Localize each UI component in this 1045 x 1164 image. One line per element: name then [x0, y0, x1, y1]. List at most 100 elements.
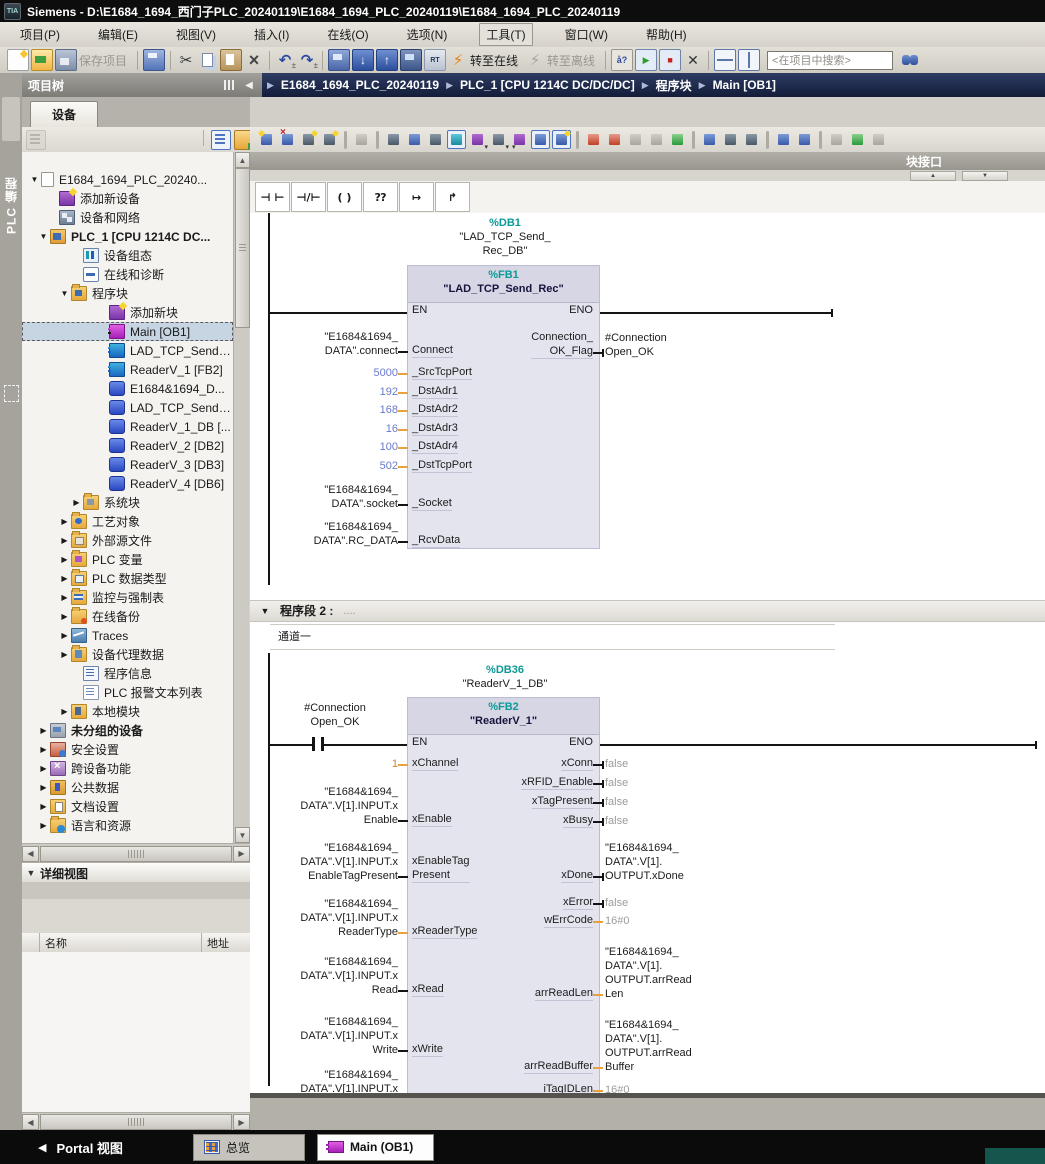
ladder-input-row[interactable]: "E1684&1694_ DATA".socket _Socket [250, 483, 602, 511]
interface-expand-up-icon[interactable]: ▲ [910, 171, 956, 181]
breadcrumb-item[interactable]: PLC_1 [CPU 1214C DC/DC/DC] [460, 78, 635, 92]
breadcrumb-item[interactable]: E1684_1694_PLC_20240119 [281, 78, 439, 92]
update-inconsistent-calls-icon[interactable] [647, 130, 666, 149]
go-offline-icon[interactable] [525, 50, 545, 70]
instance-db-address[interactable]: %DB1 [405, 216, 605, 230]
save-project-label[interactable]: 保存项目 [79, 52, 127, 69]
tree-expander-icon[interactable]: ▶ [70, 498, 83, 507]
coil-button[interactable]: ( ) [327, 182, 362, 212]
output-operand[interactable]: 16#0 [605, 1083, 775, 1093]
block-parameter[interactable]: _DstAdr2 [412, 402, 458, 417]
ladder-input-row[interactable]: 168 _DstAdr2 [250, 402, 602, 417]
delete-icon[interactable] [244, 50, 264, 70]
print-icon[interactable] [143, 49, 165, 71]
tab-devices[interactable]: 设备 [30, 101, 98, 127]
instance-db-name[interactable]: "ReaderV_1_DB" [405, 677, 605, 691]
tree-item[interactable]: LAD_TCP_Send_... [22, 341, 233, 360]
collapse-panel-icon[interactable]: ◀ [242, 79, 256, 91]
tree-expander-icon[interactable]: ▼ [58, 289, 71, 298]
sep[interactable] [344, 131, 347, 149]
search-project-input[interactable] [767, 51, 893, 70]
tree-item[interactable]: ▶ 语言和资源 [22, 816, 233, 835]
input-operand[interactable]: "E1684&1694_ DATA".V[1].INPUT.x ReaderTy… [250, 897, 398, 939]
start-cpu-icon[interactable] [635, 49, 657, 71]
tree-item[interactable]: ReaderV_3 [DB3] [22, 455, 233, 474]
block-interface-bar[interactable]: 块接口 [250, 152, 1045, 170]
chevron-down-icon[interactable]: ▼ [22, 868, 40, 878]
block-parameter[interactable]: xTagPresent [532, 794, 593, 809]
block-parameter[interactable]: Connection_ OK_Flag [531, 330, 593, 359]
sep[interactable] [692, 131, 695, 149]
block-parameter[interactable]: xRFID_Enable [521, 775, 593, 790]
block-parameter[interactable]: _SrcTcpPort [412, 365, 472, 380]
tree-item[interactable]: ▶ Traces [22, 626, 233, 645]
menu-item[interactable]: 插入(I) [248, 24, 295, 45]
tree-item[interactable]: ▶ PLC 变量 [22, 550, 233, 569]
input-operand[interactable]: 168 [250, 403, 398, 417]
menu-item[interactable]: 项目(P) [14, 24, 66, 45]
tree-item[interactable]: 程序信息 [22, 664, 233, 683]
ladder-output-row[interactable]: xError false [407, 895, 807, 910]
block-parameter[interactable]: _DstAdr3 [412, 421, 458, 436]
ladder-output-row[interactable]: xTagPresent false [407, 794, 807, 809]
tree-item[interactable]: ReaderV_1 [FB2] [22, 360, 233, 379]
input-operand[interactable]: 100 [250, 440, 398, 454]
output-operand[interactable]: "E1684&1694_ DATA".V[1]. OUTPUT.xDone [605, 841, 775, 883]
toggle-operand-display-icon[interactable] [531, 130, 550, 149]
tree-item[interactable]: PLC 报警文本列表 [22, 683, 233, 702]
tree-expander-icon[interactable]: ▶ [37, 783, 50, 792]
cut-icon[interactable] [176, 50, 196, 70]
details-name-column[interactable]: 名称 [40, 933, 202, 952]
block-parameter[interactable]: xBusy [563, 813, 593, 828]
accessible-devices-icon[interactable] [611, 49, 633, 71]
tree-expander-icon[interactable]: ▶ [58, 536, 71, 545]
plc-programming-rail-label[interactable]: PLC 编程 [0, 145, 22, 265]
ladder-output-row[interactable]: xBusy false [407, 813, 807, 828]
copy-icon[interactable] [198, 50, 218, 70]
new-object-icon[interactable] [26, 130, 46, 150]
tree-expander-icon[interactable]: ▶ [58, 555, 71, 564]
ladder-output-row[interactable]: arrReadBuffer "E1684&1694_ DATA".V[1]. O… [407, 1018, 807, 1074]
output-operand[interactable]: false [605, 757, 775, 771]
tree-item[interactable]: ▶ 监控与强制表 [22, 588, 233, 607]
tree-item[interactable]: ▶ 系统块 [22, 493, 233, 512]
tree-item[interactable]: 在线和诊断 [22, 265, 233, 284]
menu-item[interactable]: 选项(N) [401, 24, 454, 45]
scroll-up-icon[interactable]: ▲ [235, 152, 250, 168]
normally-closed-contact-button[interactable]: ⊣/⊢ [291, 182, 326, 212]
tree-item[interactable]: ▶ 本地模块 [22, 702, 233, 721]
tree-expander-icon[interactable]: ▶ [37, 764, 50, 773]
menu-item[interactable]: 帮助(H) [640, 24, 693, 45]
find-operand-icon[interactable] [827, 130, 846, 149]
tree-expander-icon[interactable]: ▶ [58, 612, 71, 621]
sep[interactable] [766, 131, 769, 149]
ladder-input-row[interactable]: "E1684&1694_ DATA".RC_DATA _RcvData [250, 520, 602, 548]
split-editor-vertical-icon[interactable] [738, 49, 760, 71]
close-all-networks-icon[interactable] [426, 130, 445, 149]
tree-expander-icon[interactable]: ▼ [28, 175, 41, 184]
open-project-icon[interactable] [31, 49, 53, 71]
rail-tab[interactable] [2, 97, 20, 141]
block-parameter[interactable]: _Socket [412, 496, 452, 511]
tree-expander-icon[interactable]: ▶ [58, 517, 71, 526]
tree-item[interactable]: ▶ 未分组的设备 [22, 721, 233, 740]
input-operand[interactable]: "E1684&1694_ DATA".connect [250, 330, 398, 358]
input-operand[interactable]: 5000 [250, 366, 398, 380]
tree-item[interactable]: ▶ 公共数据 [22, 778, 233, 797]
menu-item[interactable]: 视图(V) [170, 24, 222, 45]
input-operand[interactable]: "E1684&1694_ DATA".V[1].INPUT.x [250, 1068, 398, 1093]
open-all-networks-icon[interactable] [405, 130, 424, 149]
tree-item[interactable]: ▶ 设备代理数据 [22, 645, 233, 664]
block-parameter[interactable]: arrReadLen [535, 986, 593, 1001]
ladder-input-row[interactable]: 16 _DstAdr3 [250, 421, 602, 436]
tree-item[interactable]: ▼ 程序块 [22, 284, 233, 303]
redo-icon[interactable] [297, 50, 317, 70]
block-parameter[interactable]: _RcvData [412, 533, 460, 548]
scroll-down-icon[interactable]: ▼ [235, 827, 250, 843]
block-parameter[interactable]: _DstAdr1 [412, 384, 458, 399]
next-error-icon[interactable] [605, 130, 624, 149]
tree-item[interactable]: ReaderV_2 [DB2] [22, 436, 233, 455]
instance-db-address[interactable]: %DB36 [405, 663, 605, 677]
tree-item[interactable]: ▶ 文档设置 [22, 797, 233, 816]
output-operand[interactable]: #Connection Open_OK [605, 331, 775, 359]
